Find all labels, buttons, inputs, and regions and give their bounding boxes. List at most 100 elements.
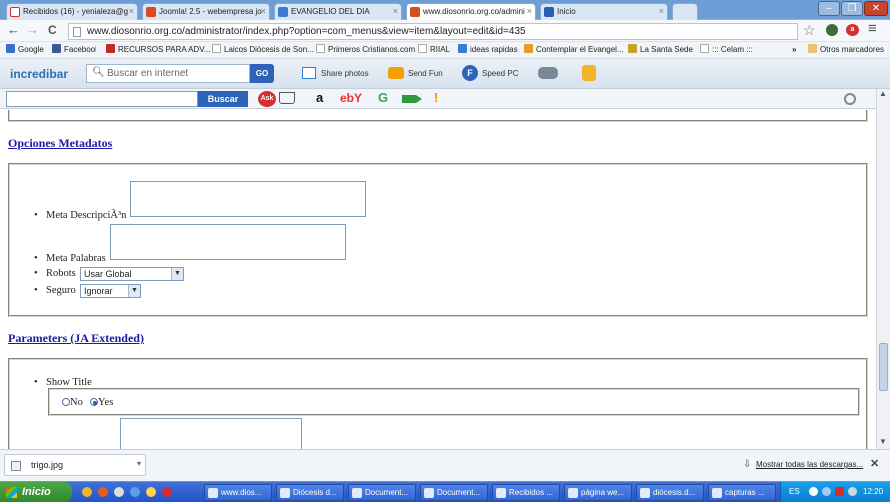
- bookmark-other[interactable]: Otros marcadores: [808, 42, 884, 58]
- close-icon[interactable]: ×: [261, 4, 266, 19]
- bookmark-santa-sede[interactable]: La Santa Sede: [628, 42, 693, 58]
- start-button[interactable]: Inicio: [0, 482, 72, 502]
- bookmark-google[interactable]: Google: [6, 42, 44, 58]
- chrome-menu-icon[interactable]: ≡: [868, 20, 877, 37]
- secure-select[interactable]: Ignorar ▼: [80, 284, 141, 298]
- radio-no-option[interactable]: No: [62, 397, 83, 408]
- tab-diosonrio-admin[interactable]: www.diosonrio.org.co/admini ×: [406, 3, 536, 20]
- radio-yes[interactable]: [90, 398, 98, 406]
- close-icon[interactable]: ×: [393, 4, 398, 19]
- gamepad-icon[interactable]: [538, 67, 558, 79]
- meta-keywords-textarea[interactable]: [110, 224, 346, 260]
- taskbar-item-chrome[interactable]: www.dios...: [204, 484, 272, 501]
- google-icon[interactable]: G: [378, 90, 388, 105]
- forward-button[interactable]: →: [26, 22, 39, 37]
- alert-icon[interactable]: !: [434, 90, 438, 105]
- taskbar-item-capturas[interactable]: capturas ...: [708, 484, 776, 501]
- language-indicator[interactable]: ES: [789, 487, 800, 496]
- firefox-icon[interactable]: [98, 487, 108, 497]
- address-bar[interactable]: www.diosonrio.org.co/administrator/index…: [68, 23, 798, 40]
- bullet-icon: •: [34, 210, 38, 221]
- incredibar-logo: incredibar: [10, 67, 69, 81]
- close-window-button[interactable]: ✕: [864, 1, 888, 16]
- buscar-button[interactable]: Buscar: [198, 91, 248, 107]
- bookmarks-overflow-icon[interactable]: »: [792, 42, 796, 58]
- minimize-button[interactable]: –: [818, 1, 840, 16]
- scroll-down-icon[interactable]: ▼: [879, 437, 887, 446]
- taskbar-item-recibidos[interactable]: Recibidos ...: [492, 484, 560, 501]
- bookmark-ideas[interactable]: ideas rapidas: [458, 42, 518, 58]
- bookmark-celam[interactable]: ::: Celam :::: [700, 42, 753, 58]
- quicklaunch-icon[interactable]: [82, 487, 92, 497]
- settings-icon[interactable]: [844, 93, 856, 105]
- star-icon[interactable]: ☆: [803, 22, 816, 39]
- bookmark-contemplar[interactable]: Contemplar el Evangel...: [524, 42, 624, 58]
- ebay-icon[interactable]: ebY: [340, 91, 362, 105]
- chevron-down-icon[interactable]: ▾: [137, 459, 141, 468]
- folder-icon: [808, 44, 817, 53]
- scrollbar-thumb[interactable]: [879, 343, 888, 391]
- share-photos-button[interactable]: Share photos: [321, 69, 369, 78]
- params-section-link[interactable]: Parameters (JA Extended): [8, 331, 144, 346]
- bookmark-primeros[interactable]: Primeros Cristianos.com: [316, 42, 415, 58]
- close-icon[interactable]: ×: [129, 4, 134, 19]
- network-icon[interactable]: [822, 487, 831, 496]
- download-item[interactable]: trigo.jpg ▾: [4, 454, 146, 476]
- speed-pc-button[interactable]: Speed PC: [482, 69, 518, 78]
- antivirus-icon[interactable]: [835, 487, 844, 496]
- tray-icon[interactable]: [809, 487, 818, 496]
- chrome-icon[interactable]: [114, 487, 124, 497]
- robots-select[interactable]: Usar Global ▼: [80, 267, 184, 281]
- hexagon-icon[interactable]: [582, 65, 596, 81]
- media-icon[interactable]: [162, 487, 172, 497]
- params-textarea[interactable]: [120, 418, 302, 449]
- taskbar-item-document-2[interactable]: Document...: [420, 484, 488, 501]
- tab-evangelio[interactable]: EVANGELIO DEL DIA ×: [274, 3, 402, 20]
- radio-yes-label: Yes: [98, 397, 114, 408]
- ask-icon[interactable]: Ask: [258, 91, 276, 107]
- system-tray: ES 12:20: [780, 482, 890, 502]
- close-downloads-button[interactable]: ✕: [870, 457, 879, 470]
- bookmark-riial[interactable]: RIIAL: [418, 42, 450, 58]
- incredibar-search-input[interactable]: 🔍︎ Buscar en internet: [86, 64, 250, 83]
- restore-button[interactable]: ❐: [841, 1, 863, 16]
- show-all-downloads-link[interactable]: Mostrar todas las descargas...: [756, 460, 863, 469]
- cart-icon[interactable]: [279, 92, 295, 104]
- radio-no[interactable]: [62, 398, 70, 406]
- vertical-scrollbar[interactable]: ▲ ▼: [876, 89, 890, 449]
- ie-icon[interactable]: [130, 487, 140, 497]
- amazon-icon[interactable]: a: [316, 90, 323, 105]
- meta-description-textarea[interactable]: [130, 181, 366, 217]
- back-button[interactable]: ←: [7, 22, 20, 37]
- arrow-icon[interactable]: [402, 95, 422, 103]
- bookmark-recursos[interactable]: RECURSOS PARA ADV...: [106, 42, 210, 58]
- reload-button[interactable]: C: [48, 23, 57, 37]
- site-icon: [544, 7, 554, 17]
- clock: 12:20: [863, 487, 884, 496]
- go-button[interactable]: GO: [250, 64, 274, 83]
- scroll-up-icon[interactable]: ▲: [879, 89, 887, 98]
- taskbar-item-diocesis[interactable]: Diócesis d...: [276, 484, 344, 501]
- ask-extension-icon[interactable]: a: [846, 24, 859, 36]
- bookmark-laicos[interactable]: Laicos Diócesis de Son...: [212, 42, 314, 58]
- close-icon[interactable]: ×: [527, 4, 532, 19]
- taskbar-item-diocesis-doc[interactable]: diócesis.d...: [636, 484, 704, 501]
- speed-pc-icon: F: [462, 65, 478, 81]
- robots-label: Robots: [46, 268, 76, 279]
- tab-gmail[interactable]: Recibidos (16) - yenialeza@g ×: [6, 3, 138, 20]
- bookmark-facebook[interactable]: Facebook: [52, 42, 96, 58]
- taskbar-item-document-1[interactable]: Document...: [348, 484, 416, 501]
- tab-label: Joomla! 2.5 - webempresa jo: [159, 7, 262, 16]
- radio-yes-option[interactable]: Yes: [90, 397, 113, 408]
- tab-joomla[interactable]: Joomla! 2.5 - webempresa jo ×: [142, 3, 270, 20]
- taskbar-item-pagina[interactable]: página we...: [564, 484, 632, 501]
- metadata-section-link[interactable]: Opciones Metadatos: [8, 136, 112, 151]
- folder-icon[interactable]: [146, 487, 156, 497]
- new-tab-button[interactable]: [672, 3, 698, 20]
- extension-icon[interactable]: [826, 24, 838, 36]
- send-fun-button[interactable]: Send Fun: [408, 69, 443, 78]
- close-icon[interactable]: ×: [659, 4, 664, 19]
- tab-inicio[interactable]: Inicio ×: [540, 3, 668, 20]
- volume-icon[interactable]: [848, 487, 857, 496]
- ask-search-input[interactable]: [6, 91, 198, 107]
